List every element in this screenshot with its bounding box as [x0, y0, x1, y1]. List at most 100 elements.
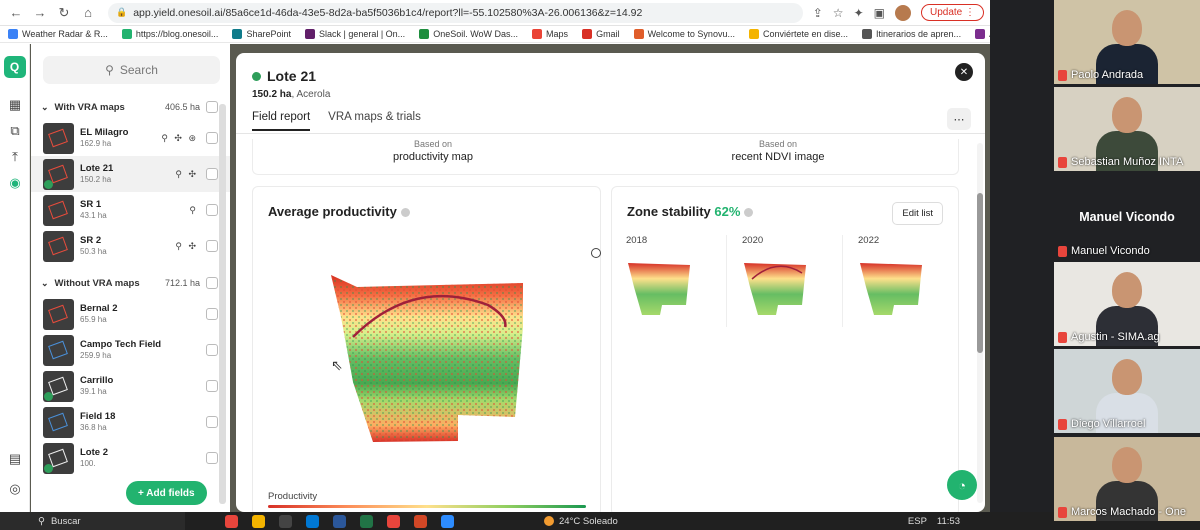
add-fields-button[interactable]: + Add fields — [126, 481, 207, 505]
zoom-icon[interactable] — [441, 514, 454, 528]
layers-icon[interactable]: ⧉ — [0, 118, 30, 144]
participant-tile[interactable]: Manuel Vicondo Manuel Vicondo — [1054, 176, 1200, 260]
bookmark-favicon-icon — [582, 29, 593, 39]
bookmark-item[interactable]: Conviértete en dise... — [748, 29, 848, 39]
clock[interactable]: 11:53 — [937, 516, 960, 527]
participant-tile[interactable]: Diego Villarroel — [1054, 349, 1200, 433]
sidebar-scrollbar[interactable] — [219, 104, 226, 504]
calendar-icon[interactable]: ▦ — [0, 92, 30, 118]
chrome-icon[interactable] — [225, 514, 238, 528]
bookmark-item[interactable]: Welcome to Synovu... — [633, 29, 735, 39]
compare-handle-left[interactable] — [591, 248, 601, 258]
reload-icon[interactable]: ↻ — [54, 3, 74, 23]
participant-tile[interactable]: Paolo Andrada — [1054, 0, 1200, 84]
field-checkbox[interactable] — [206, 132, 218, 144]
bookmark-item[interactable]: Itinerarios de apren... — [862, 29, 961, 39]
with-vra-section-header[interactable]: ⌄ With VRA maps 406.5 ha — [31, 94, 230, 120]
share-icon[interactable]: ⇪ — [813, 6, 823, 20]
file-explorer-icon[interactable] — [252, 514, 265, 528]
forward-icon[interactable]: → — [30, 3, 50, 23]
field-checkbox[interactable] — [206, 452, 218, 464]
excel-icon[interactable] — [360, 514, 373, 528]
bookmark-item[interactable]: SharePoint — [232, 29, 291, 39]
close-button[interactable]: ✕ — [955, 63, 973, 81]
section-checkbox[interactable] — [206, 277, 218, 289]
url-field[interactable]: 🔒 app.yield.onesoil.ai/85a6ce1d-46da-43e… — [108, 2, 803, 23]
field-checkbox[interactable] — [206, 416, 218, 428]
tractor-icon[interactable]: ⤒ — [0, 144, 30, 170]
language-indicator[interactable]: ESP — [908, 516, 927, 527]
productivity-map — [331, 275, 523, 442]
bookmark-item[interactable]: Weather Radar & R... — [8, 29, 108, 39]
participant-tile[interactable]: Marcos Machado - One — [1054, 437, 1200, 521]
field-outline — [48, 304, 68, 323]
participant-tile[interactable]: Agustin - SIMA.ag — [1054, 262, 1200, 346]
search-input[interactable]: ⚲ Search — [43, 56, 220, 84]
bookmark-item[interactable]: Attend networking... — [975, 29, 990, 39]
field-checkbox[interactable] — [206, 380, 218, 392]
tab-field-report[interactable]: Field report — [252, 111, 311, 131]
field-list-item[interactable]: Lote 21 150.2 ha ⚲ ✣ — [31, 156, 230, 192]
field-checkbox[interactable] — [206, 204, 218, 216]
bookmark-item[interactable]: Maps — [532, 29, 568, 39]
chrome-icon[interactable] — [387, 514, 400, 528]
sun-icon — [544, 516, 554, 526]
participant-name: Paolo Andrada — [1058, 69, 1143, 81]
field-list-item[interactable]: Campo Tech Field 259.9 ha — [31, 332, 230, 368]
edge-icon[interactable] — [306, 514, 319, 528]
modal-scrollbar[interactable] — [977, 143, 983, 503]
vra-status-icons: ⚲ ✣ — [175, 240, 198, 251]
field-area: 259.9 ha — [80, 351, 112, 360]
powerpoint-icon[interactable] — [414, 514, 427, 528]
bookmark-item[interactable]: https://blog.onesoil... — [121, 29, 218, 39]
taskbar-search[interactable]: ⚲ Buscar — [0, 512, 185, 530]
onesoil-logo[interactable]: Q — [3, 56, 26, 78]
bookmark-item[interactable]: Slack | general | On... — [304, 29, 405, 39]
tab-vra-maps-trials[interactable]: VRA maps & trials — [328, 111, 421, 131]
field-list-item[interactable]: Lote 2 100. — [31, 440, 230, 476]
word-icon[interactable] — [333, 514, 346, 528]
field-list-item[interactable]: Carrillo 39.1 ha — [31, 368, 230, 404]
with-vra-field-list: EL Milagro 162.9 ha ⚲ ✣ ⊛ Lote 21 150.2 ha ⚲ … — [31, 120, 230, 264]
home-icon[interactable]: ⌂ — [78, 3, 98, 23]
profile-avatar[interactable] — [894, 4, 911, 21]
bookmark-label: Itinerarios de apren... — [876, 29, 962, 39]
mic-muted-icon — [1058, 156, 1067, 168]
more-options-button[interactable]: ⋯ — [947, 108, 971, 130]
fields-sidebar: ⚲ Search ⌄ With VRA maps 406.5 ha EL Mil… — [31, 44, 230, 512]
scroll-thumb[interactable] — [977, 193, 983, 353]
update-button[interactable]: Update ⋮ — [920, 4, 984, 21]
field-list-item[interactable]: Bernal 2 65.9 ha — [31, 296, 230, 332]
field-checkbox[interactable] — [206, 168, 218, 180]
participant-name: Agustin - SIMA.ag — [1058, 331, 1160, 343]
taskbar-weather[interactable]: 24°C Soleado — [544, 516, 618, 527]
bookmark-label: Maps — [546, 29, 569, 39]
notes-icon[interactable]: ▤ — [0, 446, 30, 472]
field-checkbox[interactable] — [206, 308, 218, 320]
section-area: 406.5 ha — [164, 102, 200, 112]
bookmark-favicon-icon — [748, 29, 759, 39]
bookmark-item[interactable]: OneSoil. WoW Das... — [419, 29, 518, 39]
bookmark-star-icon[interactable]: ☆ — [833, 6, 844, 20]
field-list-item[interactable]: EL Milagro 162.9 ha ⚲ ✣ ⊛ — [31, 120, 230, 156]
sidepanel-icon[interactable]: ▣ — [874, 6, 885, 20]
app-icon[interactable] — [279, 514, 292, 528]
section-checkbox[interactable] — [206, 101, 218, 113]
field-checkbox[interactable] — [206, 344, 218, 356]
bookmark-item[interactable]: Gmail — [582, 29, 620, 39]
extensions-icon[interactable]: ✦ — [854, 6, 864, 20]
field-checkbox[interactable] — [206, 240, 218, 252]
divider — [236, 133, 985, 134]
based-on-source: productivity map — [392, 151, 474, 163]
participant-tile[interactable]: Sebastian Muñoz INTA — [1054, 87, 1200, 171]
bookmark-label: OneSoil. WoW Das... — [433, 29, 519, 39]
field-list-item[interactable]: SR 2 50.3 ha ⚲ ✣ — [31, 228, 230, 264]
field-list-item[interactable]: SR 1 43.1 ha ⚲ — [31, 192, 230, 228]
field-crop: Acerola — [296, 89, 331, 100]
back-icon[interactable]: ← — [6, 3, 26, 23]
yield-icon[interactable]: ◉ — [0, 170, 30, 196]
without-vra-section-header[interactable]: ⌄ Without VRA maps 712.1 ha — [31, 270, 230, 296]
chat-icon[interactable]: ◔ — [947, 470, 977, 500]
account-icon[interactable]: ◎ — [0, 476, 30, 502]
field-list-item[interactable]: Field 18 36.8 ha — [31, 404, 230, 440]
